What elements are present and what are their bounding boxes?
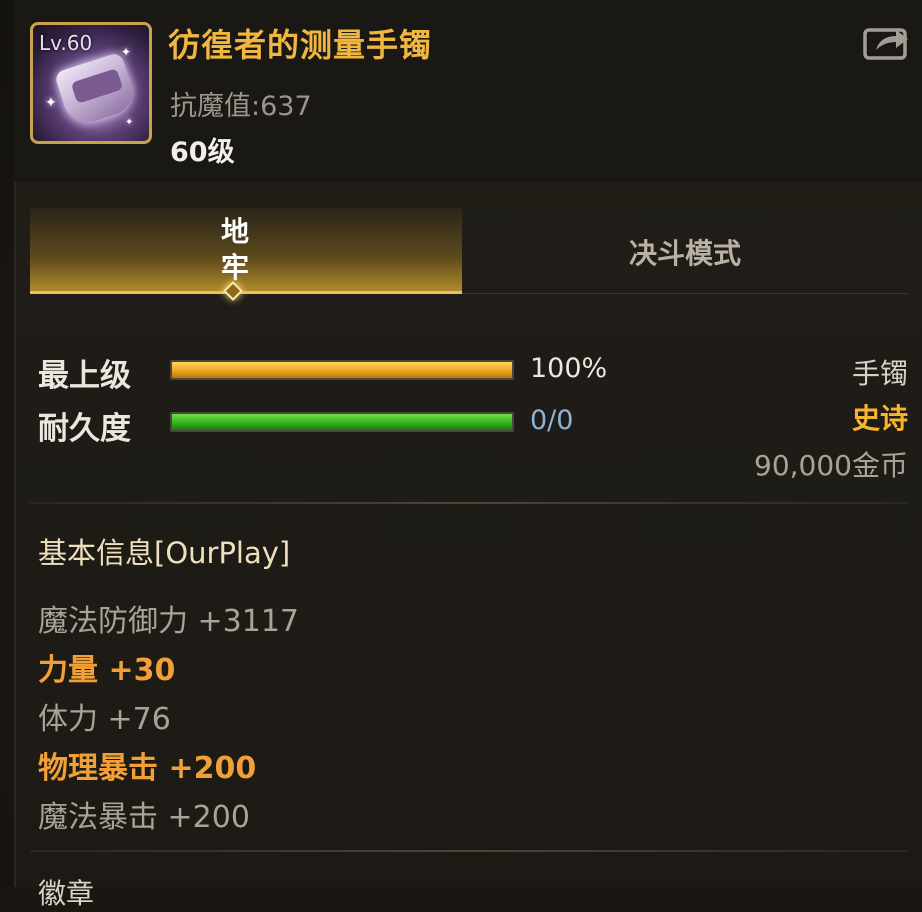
durability-label: 耐久度 (38, 411, 131, 447)
divider (30, 850, 908, 852)
max-level-value: 100% (530, 353, 608, 384)
item-type: 手镯 (851, 357, 908, 390)
share-icon[interactable] (862, 22, 912, 62)
item-level: 60级 (170, 137, 235, 168)
sparkle-icon: ✦ (121, 45, 132, 59)
stat-line: 魔法暴击 +200 (38, 800, 250, 835)
basic-info-title: 基本信息[OurPlay] (38, 536, 291, 570)
mode-tabs: 地牢 决斗模式 (30, 208, 908, 301)
stat-line: 力量 +30 (38, 653, 176, 688)
tab-dungeon[interactable]: 地牢 (30, 208, 462, 301)
divider (30, 502, 908, 504)
tab-dungeon-label: 地牢 (220, 215, 249, 284)
item-price: 90,000金币 (754, 449, 908, 482)
max-level-bar-fill (172, 362, 512, 378)
tab-duel-mode[interactable]: 决斗模式 (462, 208, 908, 294)
max-level-label: 最上级 (38, 358, 131, 394)
item-rarity: 史诗 (851, 402, 908, 435)
stat-line: 体力 +76 (38, 702, 171, 737)
magic-resist-value: 抗魔值:637 (170, 91, 312, 122)
stat-line: 魔法防御力 +3117 (38, 604, 300, 639)
tab-duel-mode-label: 决斗模式 (628, 237, 741, 270)
max-level-bar (170, 360, 514, 380)
item-icon-level: Lv.60 (39, 31, 93, 55)
item-name: 彷徨者的测量手镯 (168, 26, 433, 64)
sparkle-icon: ✦ (125, 117, 134, 128)
sparkle-icon: ✦ (45, 95, 57, 111)
durability-value: 0/0 (530, 405, 574, 436)
durability-bar (170, 412, 514, 432)
stat-line: 物理暴击 +200 (38, 751, 257, 786)
bracelet-icon: Lv.60 ✦ ✦ ✦ (30, 22, 152, 144)
durability-bar-fill (172, 414, 512, 430)
next-section-title: 徽章 (38, 877, 95, 910)
